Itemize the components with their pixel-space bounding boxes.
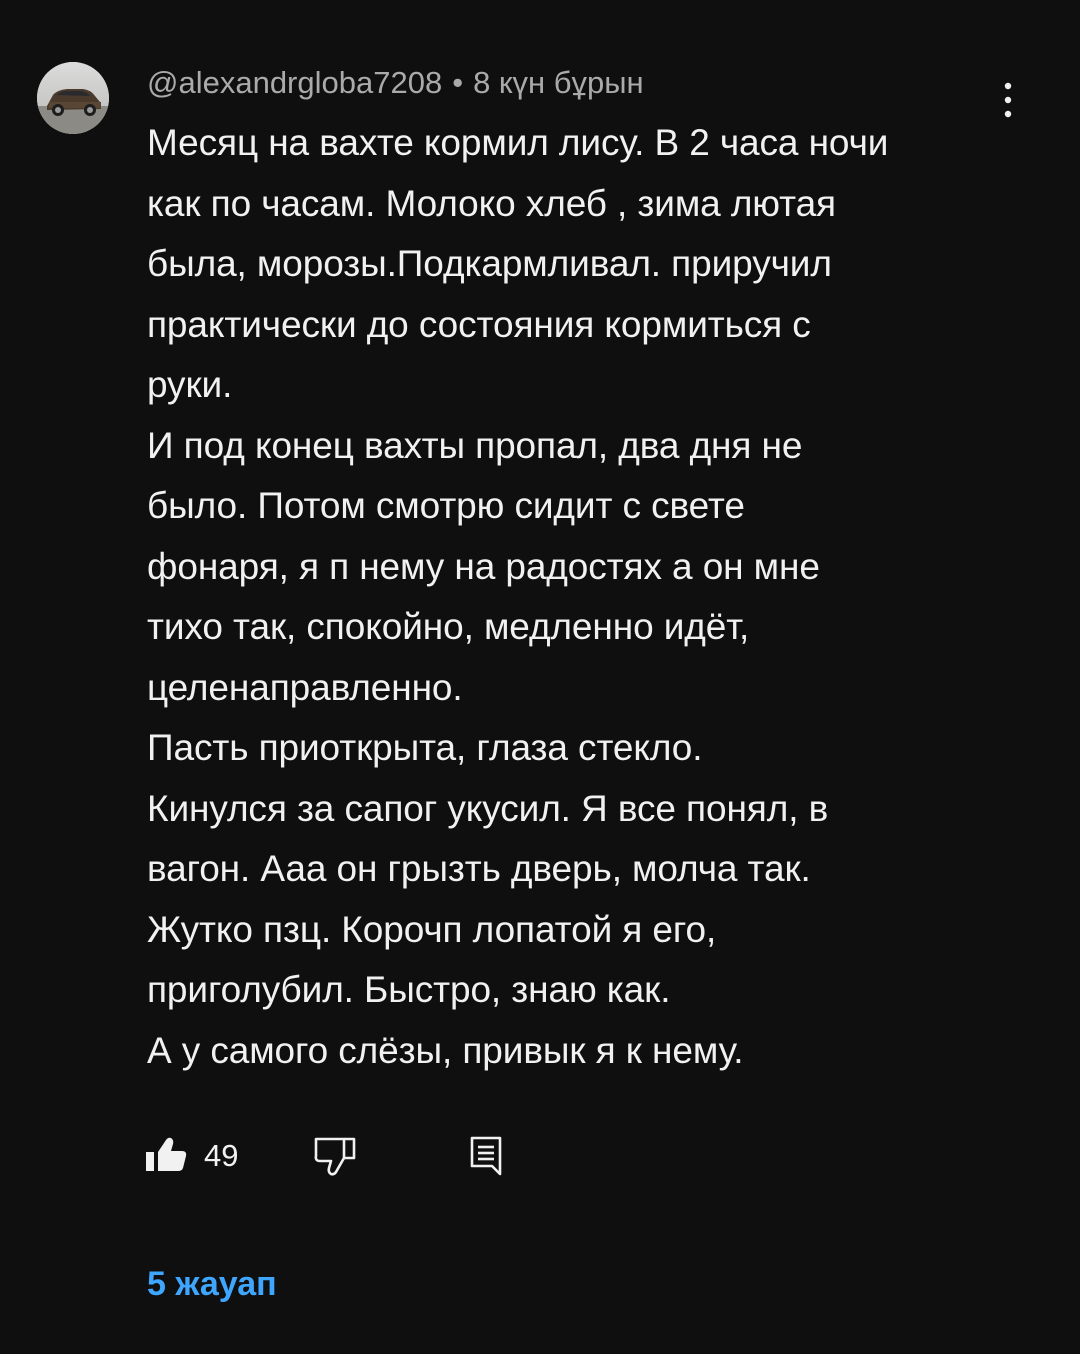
replies-toggle[interactable]: 5 жауап bbox=[147, 1262, 277, 1306]
comment-actions: 49 bbox=[144, 1134, 544, 1178]
avatar[interactable] bbox=[37, 62, 109, 134]
like-count: 49 bbox=[204, 1138, 239, 1173]
comment-thread: @alexandrgloba7208 • 8 күн бұрын Месяц на … bbox=[0, 0, 1080, 1354]
comment-text-line: вагон. Ааа он грызть дверь, молча так. bbox=[147, 848, 811, 889]
comment-header: @alexandrgloba7208 • 8 күн бұрын bbox=[147, 63, 644, 103]
dislike-button[interactable] bbox=[312, 1134, 358, 1178]
comment-text-line: как по часам. Молоко хлеб , зима лютая bbox=[147, 182, 836, 224]
comment-text-line: Месяц на вахте кормил лису. В 2 часа ноч… bbox=[147, 122, 889, 163]
comment-text-line: приголубил. Быстро, знаю как. bbox=[147, 969, 671, 1010]
comment-text-line: была, морозы.Подкармливал. приручил bbox=[147, 243, 832, 284]
meta-separator: • bbox=[452, 65, 464, 100]
comment-text: Месяц на вахте кормил лису. В 2 часа ноч… bbox=[147, 113, 1027, 1081]
like-button[interactable] bbox=[144, 1134, 190, 1178]
comment-text-line: целенаправленно. bbox=[147, 666, 463, 708]
comment-text-line: Кинулся за сапог укусил. Я все понял, в bbox=[147, 787, 829, 829]
reply-comment-icon bbox=[470, 1136, 502, 1176]
comment-text-line: А у самого слёзы, привык я к нему. bbox=[147, 1029, 744, 1071]
comment-time: 8 күн бұрын bbox=[473, 65, 644, 100]
comment-text-line: практически до состояния кормиться с bbox=[147, 303, 811, 345]
author-name[interactable]: @alexandrgloba7208 bbox=[147, 65, 442, 100]
comment-text-line: фонаря, я п нему на радостях а он мне bbox=[147, 545, 820, 587]
comment-text-line: Жутко пзц. Корочп лопатой я его, bbox=[147, 908, 717, 950]
thumb-up-icon bbox=[146, 1137, 187, 1171]
thumb-down-icon bbox=[314, 1137, 356, 1176]
comment-text-line: Пасть приоткрыта, глаза стекло. bbox=[147, 727, 703, 768]
reply-button[interactable] bbox=[466, 1134, 506, 1178]
comment-text-line: И под конец вахты пропал, два дня не bbox=[147, 424, 803, 466]
comment-text-line: руки. bbox=[147, 364, 233, 405]
car-avatar-image bbox=[37, 62, 109, 134]
comment-text-line: было. Потом смотрю сидит с свете bbox=[147, 485, 745, 526]
comment-text-line: тихо так, спокойно, медленно идёт, bbox=[147, 606, 750, 647]
